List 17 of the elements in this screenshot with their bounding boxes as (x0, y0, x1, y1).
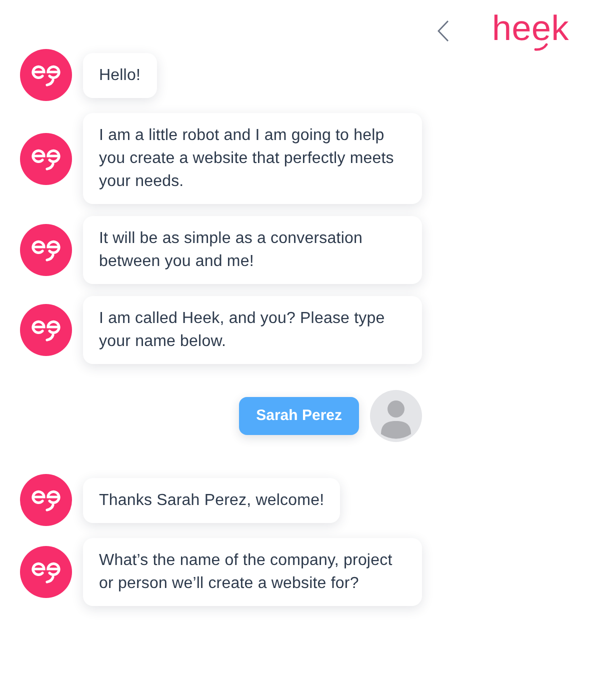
robot-avatar-icon (20, 474, 72, 526)
robot-avatar-icon (20, 224, 72, 276)
bot-message: I am a little robot and I am going to help you create a website that perfectly meets your needs. (83, 113, 422, 204)
bot-message: Thanks Sarah Perez, welcome! (83, 478, 340, 522)
robot-avatar-icon (20, 132, 72, 184)
bot-message: Hello! (83, 52, 157, 98)
bot-message: What’s the name of the company, project or person we’ll create a website for? (83, 538, 422, 606)
robot-avatar-icon (20, 304, 72, 356)
robot-avatar-icon (20, 49, 72, 101)
user-message: Sarah Perez (239, 397, 359, 435)
bot-message: I am called Heek, and you? Please type your name below. (83, 296, 422, 364)
bot-message: It will be as simple as a conversation between you and me! (83, 216, 422, 284)
logo-wordmark: heek (492, 14, 570, 44)
smile-icon (534, 43, 548, 51)
robot-avatar-icon (20, 546, 72, 598)
user-avatar-icon (370, 390, 422, 442)
back-icon[interactable] (437, 20, 449, 42)
